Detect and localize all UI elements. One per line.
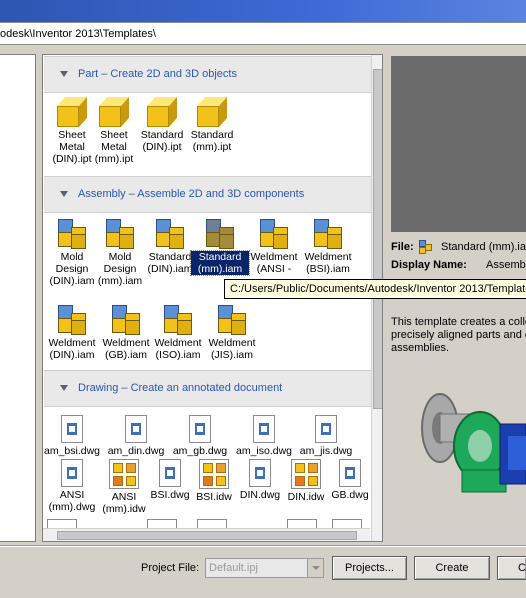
template-item-label: am_din.dwg [107,445,165,457]
description-line: This template creates a colle [391,316,526,328]
template-item-label: am_gb.dwg [172,445,228,457]
template-item-label: am_bsi.dwg [43,445,101,457]
part-icon [197,97,227,127]
dwg-file-icon [125,415,147,443]
path-bar: odesk\Inventor 2013\Templates\ [0,22,526,45]
template-item[interactable]: Weldment (BSI).iam [299,217,357,287]
assembly-icon [56,217,88,249]
scroll-thumb[interactable] [57,531,357,540]
part-icon [57,97,87,127]
assembly-icon [204,217,236,249]
dwg-file-icon [61,459,83,487]
dwg-file-icon [339,459,361,487]
create-button[interactable]: Create [414,556,490,580]
dwg-file-icon [253,415,275,443]
assembly-icon [312,217,344,249]
template-item-label: Weldment (ANSI - [250,251,298,275]
description-line: assemblies. [391,342,450,354]
assembly-model-image [421,393,526,493]
group-header-label: Drawing – Create an annotated document [78,382,283,394]
description-line: precisely aligned parts and c [391,329,526,341]
display-name-label: Display Name: [391,259,467,271]
assembly-icon [104,217,136,249]
template-item[interactable]: Weldment (GB).iam [97,303,155,373]
dwg-file-icon [61,415,83,443]
collapse-triangle-icon[interactable] [60,385,68,391]
assembly-icon [56,303,88,335]
template-item[interactable]: Weldment (DIN).iam [43,303,101,373]
group-header-drawing[interactable]: Drawing – Create an annotated document [44,370,371,407]
dwg-file-icon [189,415,211,443]
project-file-label: Project File: [141,562,200,574]
idw-file-icon [291,459,321,489]
footer-separator [0,545,526,547]
group-header-label: Part – Create 2D and 3D objects [78,68,237,80]
assembly-icon [154,217,186,249]
path-text: odesk\Inventor 2013\Templates\ [0,28,156,40]
assembly-icon [258,217,290,249]
template-item-label: Weldment (ISO).iam [154,337,202,361]
template-description: This template creates a colle precisely … [391,316,526,355]
display-name-value: Assemb [486,259,526,271]
idw-file-icon [199,459,229,489]
file-label: File: [391,241,414,253]
template-item-label: Weldment (BSI).iam [304,251,352,275]
template-preview [391,56,526,232]
projects-button[interactable]: Projects... [332,556,407,580]
cancel-button[interactable]: C [497,556,526,580]
template-item-label: ANSI (mm).dwg [48,489,96,513]
template-item-label: Weldment (GB).iam [102,337,150,361]
assembly-icon [110,303,142,335]
collapse-triangle-icon[interactable] [60,191,68,197]
template-item[interactable]: Standard (mm).ipt [183,97,241,167]
project-file-value: Default.ipj [209,562,258,574]
template-item-label: am_jis.dwg [299,445,353,457]
template-item-selected[interactable]: Standard (mm).iam [190,217,250,287]
template-item-label: Standard (mm).iam [190,250,250,276]
project-file-dropdown[interactable]: Default.ipj [205,558,324,578]
template-item[interactable]: Weldment (ISO).iam [149,303,207,373]
template-item[interactable]: Weldment (JIS).iam [203,303,261,373]
dwg-file-icon [159,459,181,487]
template-item-label: am_iso.dwg [235,445,293,457]
template-folder-tree[interactable] [0,54,36,542]
horizontal-scrollbar[interactable] [43,528,370,541]
group-header-part[interactable]: Part – Create 2D and 3D objects [44,56,371,93]
file-value: Standard (mm).ia [441,241,526,253]
part-icon [147,97,177,127]
window-titlebar [0,0,526,22]
collapse-triangle-icon[interactable] [60,71,68,77]
assembly-icon [162,303,194,335]
chevron-down-icon[interactable] [307,559,323,577]
dwg-file-icon [315,415,337,443]
part-icon [99,97,129,127]
template-item-label: Standard (mm).ipt [190,129,234,153]
idw-file-icon [109,459,139,489]
assembly-file-icon [418,239,434,255]
group-header-label: Assembly – Assemble 2D and 3D components [78,188,305,200]
template-item-label: Weldment (DIN).iam [48,337,96,361]
scroll-thumb[interactable] [373,69,382,409]
dwg-file-icon [249,459,271,487]
template-item[interactable]: Weldment (ANSI - [245,217,303,287]
assembly-icon [216,303,248,335]
template-item-label: Weldment (JIS).iam [208,337,256,361]
path-tooltip: C:/Users/Public/Documents/Autodesk/Inven… [224,279,526,299]
group-header-assembly[interactable]: Assembly – Assemble 2D and 3D components [44,176,371,213]
